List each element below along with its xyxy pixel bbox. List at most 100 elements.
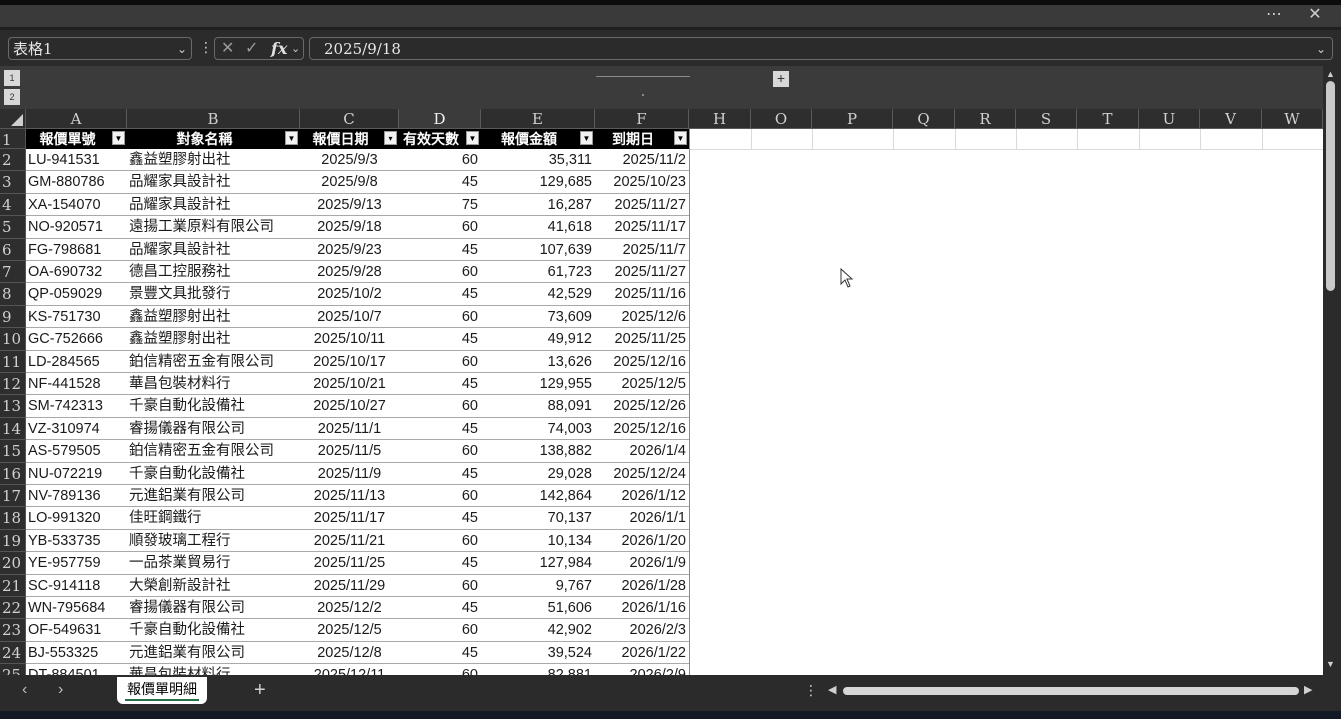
table-cell[interactable]: 2026/1/4 xyxy=(595,440,689,463)
table-cell[interactable]: AS-579505 xyxy=(26,440,127,463)
table-cell[interactable]: 景豐文具批發行 xyxy=(127,283,300,306)
fx-chevron-icon[interactable]: ⌄ xyxy=(291,39,300,59)
table-cell[interactable]: 88,091 xyxy=(481,395,595,418)
filter-dropdown-icon[interactable]: ▼ xyxy=(580,131,593,145)
table-cell[interactable]: 129,685 xyxy=(481,171,595,194)
table-cell[interactable]: QP-059029 xyxy=(26,283,127,306)
row-header[interactable]: 3 xyxy=(0,171,26,194)
row-header[interactable]: 4 xyxy=(0,193,26,217)
table-cell[interactable]: GC-752666 xyxy=(26,328,127,351)
table-cell[interactable]: 2025/12/11 xyxy=(300,664,399,675)
table-cell[interactable]: 129,955 xyxy=(481,373,595,396)
table-cell[interactable]: 2025/12/8 xyxy=(300,642,399,665)
table-cell[interactable]: 2025/9/18 xyxy=(300,216,399,239)
table-cell[interactable]: 2025/12/2 xyxy=(300,597,399,620)
row-header[interactable]: 5 xyxy=(0,216,26,239)
table-cell[interactable]: 45 xyxy=(399,507,481,530)
table-cell[interactable]: 127,984 xyxy=(481,552,595,575)
table-cell[interactable]: 60 xyxy=(399,440,481,463)
table-cell[interactable]: 千豪自動化設備社 xyxy=(127,395,300,418)
table-cell[interactable]: 2025/12/24 xyxy=(595,463,689,485)
vertical-scroll-thumb[interactable] xyxy=(1326,81,1335,291)
table-header-cell[interactable]: 到期日 ▼ xyxy=(595,129,689,149)
table-cell[interactable]: 60 xyxy=(399,149,481,172)
table-cell[interactable]: 60 xyxy=(399,485,481,508)
table-cell[interactable]: KS-751730 xyxy=(26,306,127,329)
row-header[interactable]: 17 xyxy=(0,485,26,508)
table-cell[interactable]: 2025/11/13 xyxy=(300,485,399,508)
table-cell[interactable]: 品耀家具設計社 xyxy=(127,194,300,217)
table-cell[interactable]: 睿揚儀器有限公司 xyxy=(127,597,300,620)
table-cell[interactable]: 2025/11/17 xyxy=(300,507,399,530)
table-cell[interactable]: 2025/10/21 xyxy=(300,373,399,396)
table-cell[interactable]: 大榮創新設計社 xyxy=(127,575,300,597)
table-cell[interactable]: 鉑信精密五金有限公司 xyxy=(127,440,300,463)
table-cell[interactable]: 鑫益塑膠射出社 xyxy=(127,306,300,329)
scroll-up-icon[interactable]: ▲ xyxy=(1326,69,1335,79)
table-cell[interactable]: 42,902 xyxy=(481,619,595,642)
row-header[interactable]: 18 xyxy=(0,507,26,530)
table-cell[interactable]: 60 xyxy=(399,216,481,239)
row-header[interactable]: 24 xyxy=(0,641,26,665)
row-header[interactable]: 16 xyxy=(0,462,26,485)
table-cell[interactable]: 2025/11/9 xyxy=(300,463,399,485)
table-cell[interactable]: 60 xyxy=(399,351,481,373)
row-header[interactable]: 1 xyxy=(0,129,26,149)
table-cell[interactable]: 61,723 xyxy=(481,261,595,284)
table-header-cell[interactable]: 報價單號 ▼ xyxy=(26,129,127,149)
table-cell[interactable]: 45 xyxy=(399,463,481,485)
table-cell[interactable]: 2026/2/3 xyxy=(595,619,689,642)
table-cell[interactable]: 51,606 xyxy=(481,597,595,620)
table-cell[interactable]: 2025/10/11 xyxy=(300,328,399,351)
table-cell[interactable]: 9,767 xyxy=(481,575,595,597)
column-header[interactable]: E xyxy=(481,109,595,129)
column-header[interactable]: R xyxy=(955,109,1016,129)
outline-level-2-button[interactable]: 2 xyxy=(4,89,20,105)
column-header[interactable]: S xyxy=(1016,109,1077,129)
table-cell[interactable]: 2025/11/5 xyxy=(300,440,399,463)
table-cell[interactable]: 品耀家具設計社 xyxy=(127,171,300,194)
table-cell[interactable]: 45 xyxy=(399,552,481,575)
scroll-down-icon[interactable]: ▼ xyxy=(1326,659,1335,669)
table-cell[interactable]: 75 xyxy=(399,194,481,217)
tab-split-handle[interactable]: ⋮ xyxy=(804,682,818,699)
table-cell[interactable]: 2025/12/5 xyxy=(595,373,689,396)
table-cell[interactable]: 2026/1/22 xyxy=(595,642,689,665)
table-cell[interactable]: 45 xyxy=(399,239,481,261)
table-cell[interactable]: 2025/9/28 xyxy=(300,261,399,284)
enter-icon[interactable]: ✓ xyxy=(245,39,258,59)
select-all-button[interactable] xyxy=(0,109,26,129)
next-sheet-icon[interactable]: › xyxy=(58,681,63,699)
table-cell[interactable]: 2025/10/7 xyxy=(300,306,399,329)
column-header[interactable]: C xyxy=(300,109,399,129)
table-cell[interactable]: 45 xyxy=(399,418,481,441)
column-header[interactable]: F xyxy=(595,109,689,129)
table-cell[interactable]: 70,137 xyxy=(481,507,595,530)
previous-sheet-icon[interactable]: ‹ xyxy=(22,681,27,699)
table-cell[interactable]: 2026/2/9 xyxy=(595,664,689,675)
table-cell[interactable]: 2025/11/25 xyxy=(595,328,689,351)
vertical-scrollbar[interactable]: ▲ ▼ xyxy=(1323,66,1341,675)
column-header[interactable]: T xyxy=(1077,109,1139,129)
table-cell[interactable]: 2025/12/26 xyxy=(595,395,689,418)
table-cell[interactable]: 2025/9/23 xyxy=(300,239,399,261)
more-options-icon[interactable]: ⋯ xyxy=(1259,5,1289,27)
table-cell[interactable]: 2025/11/29 xyxy=(300,575,399,597)
horizontal-scroll-thumb[interactable] xyxy=(843,687,1299,695)
column-header[interactable]: P xyxy=(812,109,893,129)
outline-level-1-button[interactable]: 1 xyxy=(4,70,20,86)
table-header-cell[interactable]: 對象名稱 ▼ xyxy=(127,129,300,149)
table-cell[interactable]: 2025/11/17 xyxy=(595,216,689,239)
column-header[interactable]: V xyxy=(1200,109,1262,129)
row-header[interactable]: 21 xyxy=(0,574,26,597)
table-cell[interactable]: 遠揚工業原料有限公司 xyxy=(127,216,300,239)
column-header[interactable]: W xyxy=(1262,109,1323,129)
add-sheet-button[interactable]: + xyxy=(254,679,266,702)
table-cell[interactable]: 2025/11/21 xyxy=(300,530,399,553)
row-header[interactable]: 6 xyxy=(0,238,26,261)
table-cell[interactable]: GM-880786 xyxy=(26,171,127,194)
table-cell[interactable]: 45 xyxy=(399,328,481,351)
table-cell[interactable]: 2026/1/16 xyxy=(595,597,689,620)
table-cell[interactable]: 2025/11/7 xyxy=(595,239,689,261)
row-header[interactable]: 19 xyxy=(0,529,26,553)
